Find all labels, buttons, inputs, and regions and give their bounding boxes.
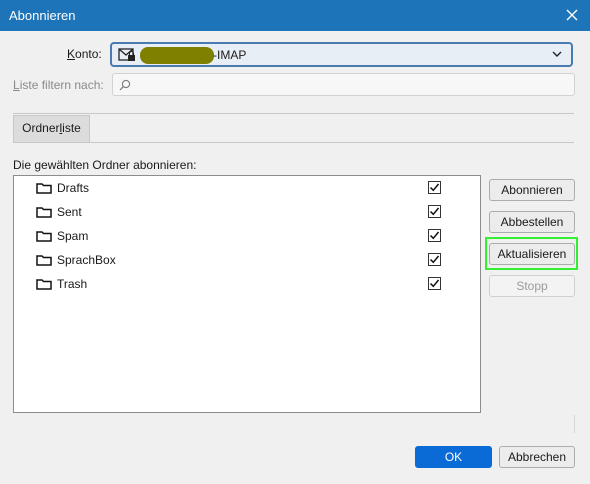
cancel-button[interactable]: Abbrechen <box>499 446 575 468</box>
divider <box>13 113 574 114</box>
close-icon[interactable] <box>562 5 582 25</box>
checkmark-icon <box>429 183 440 192</box>
checkmark-icon <box>429 207 440 216</box>
folder-list[interactable]: Drafts Sent Spam SprachBox Trash <box>13 175 481 413</box>
list-item[interactable]: Trash <box>14 273 480 295</box>
checkmark-icon <box>429 255 440 264</box>
folder-name: Drafts <box>57 181 90 195</box>
folder-icon <box>36 183 52 194</box>
tab-ordnerliste[interactable]: Ordnerliste <box>13 115 90 142</box>
subscribe-checkbox[interactable] <box>428 229 441 242</box>
checkmark-icon <box>429 279 440 288</box>
search-icon <box>119 79 131 91</box>
list-label: Die gewählten Ordner abonnieren: <box>13 158 197 172</box>
mail-lock-icon <box>118 48 135 61</box>
stop-button[interactable]: Stopp <box>489 275 575 297</box>
folder-icon <box>36 207 52 218</box>
list-item[interactable]: Drafts <box>14 177 480 199</box>
refresh-button[interactable]: Aktualisieren <box>489 243 575 265</box>
folder-name: SprachBox <box>57 253 116 267</box>
subscribe-checkbox[interactable] <box>428 277 441 290</box>
checkmark-icon <box>429 231 440 240</box>
folder-icon <box>36 279 52 290</box>
folder-name: Sent <box>57 205 82 219</box>
title-bar: Abonnieren <box>0 0 590 31</box>
tab-divider <box>13 142 574 143</box>
filter-label: Liste filtern nach: <box>13 78 104 92</box>
list-item[interactable]: Sent <box>14 201 480 223</box>
chevron-down-icon <box>552 51 562 57</box>
folder-name: Spam <box>57 229 89 243</box>
folder-icon <box>36 231 52 242</box>
redacted-account-name <box>140 47 214 64</box>
filter-field[interactable] <box>112 73 575 96</box>
ok-button[interactable]: OK <box>415 446 492 468</box>
resize-divider <box>574 415 575 433</box>
list-item[interactable]: Spam <box>14 225 480 247</box>
unsubscribe-button[interactable]: Abbestellen <box>489 211 575 233</box>
subscribe-button[interactable]: Abonnieren <box>489 179 575 201</box>
subscribe-checkbox[interactable] <box>428 205 441 218</box>
account-label: Konto: <box>67 47 102 61</box>
list-item[interactable]: SprachBox <box>14 249 480 271</box>
filter-input[interactable] <box>137 76 571 95</box>
subscribe-checkbox[interactable] <box>428 181 441 194</box>
folder-icon <box>36 255 52 266</box>
window-title: Abonnieren <box>9 8 76 23</box>
account-value: -IMAP <box>213 48 247 62</box>
subscribe-checkbox[interactable] <box>428 253 441 266</box>
folder-name: Trash <box>57 277 88 291</box>
account-select[interactable]: -IMAP <box>110 42 573 67</box>
